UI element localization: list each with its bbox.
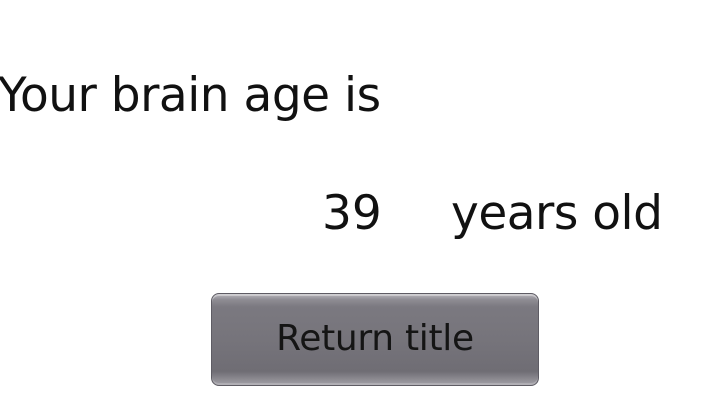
brain-age-unit: years old [451, 186, 663, 241]
return-title-button[interactable]: Return title [211, 293, 539, 386]
brain-age-value: 39 [322, 186, 382, 241]
return-title-button-label: Return title [276, 318, 474, 359]
brain-age-result-screen: Your brain age is 39 years old Return ti… [0, 0, 720, 408]
result-heading: Your brain age is [0, 68, 381, 123]
